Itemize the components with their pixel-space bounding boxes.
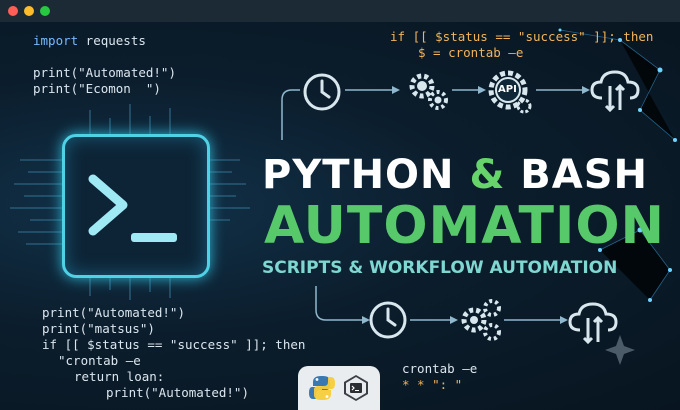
code-line: "crontab –e [58, 353, 141, 368]
code-line: return loan: [74, 369, 165, 384]
terminal-icon: >_ [62, 134, 210, 278]
headline-amp: & [469, 152, 506, 198]
api-label: API [498, 84, 517, 95]
python-logo-icon[interactable] [308, 374, 336, 402]
headline-automation: AUTOMATION [264, 196, 666, 256]
api-gear-icon: API [484, 66, 534, 116]
clock-icon [303, 73, 341, 111]
code-line: crontab –e [402, 361, 478, 376]
code-line: * * ": " [402, 377, 463, 392]
code-line: $ = crontab –e [418, 45, 524, 60]
cloud-sync-icon-bottom [568, 302, 618, 345]
code-line: if [[ $status == "success" ]]; then [42, 337, 306, 352]
code-line: if [[ $status == "success" ]]; then [390, 29, 654, 44]
headline-line1: PYTHON & BASH [262, 152, 648, 198]
code-keyword: import [33, 33, 79, 48]
terminal-prompt-graphic [88, 174, 177, 242]
gears-icon [409, 73, 448, 110]
clock-icon-bottom [369, 301, 407, 339]
app-window: API >_ import requests print("Automated!… [0, 0, 680, 410]
cloud-sync-icon [590, 70, 640, 113]
code-snippet-top-left: import requests [33, 33, 146, 49]
code-line: print("matsus") [42, 321, 155, 336]
code-line: requests [78, 33, 146, 48]
headline-python: PYTHON [262, 152, 455, 198]
bash-logo-icon[interactable] [342, 374, 370, 402]
code-line: print("Ecomon ") [33, 81, 161, 96]
code-line: print("Automated!") [42, 305, 185, 320]
dock [298, 366, 380, 410]
code-line: print("Automated!") [33, 65, 176, 80]
headline-bash: BASH [520, 152, 649, 198]
gears-icon-bottom [461, 299, 501, 341]
headline-subtitle: SCRIPTS & WORKFLOW AUTOMATION [262, 258, 618, 278]
code-line: print("Automated!") [106, 385, 249, 400]
